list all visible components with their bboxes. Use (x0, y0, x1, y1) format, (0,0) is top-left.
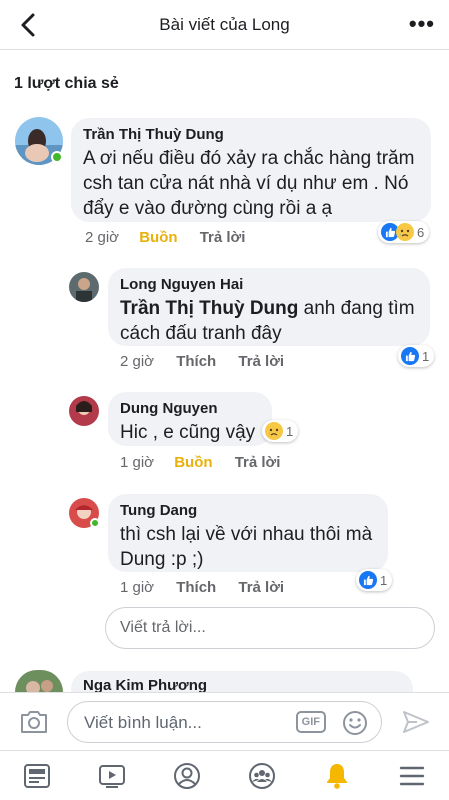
emoji-icon[interactable] (341, 709, 369, 737)
reaction-count: 1 (422, 348, 430, 364)
camera-icon[interactable] (18, 707, 50, 737)
reply-button[interactable]: Trả lời (238, 353, 284, 370)
avatar[interactable] (69, 272, 99, 302)
avatar[interactable] (15, 670, 63, 692)
like-button[interactable]: Thích (176, 579, 216, 596)
more-options-icon[interactable]: ••• (409, 11, 435, 37)
page-title: Bài viết của Long (159, 15, 290, 34)
comment-input[interactable]: Viết bình luận... GIF (67, 701, 382, 743)
top-bar: Bài viết của Long ••• (0, 0, 449, 50)
reply-input[interactable]: Viết trả lời... (105, 607, 435, 649)
reaction-summary[interactable]: 6 (378, 221, 430, 243)
online-status-indicator (90, 518, 100, 528)
comment-bubble[interactable]: Nga Kim Phương (71, 671, 413, 692)
comment-actions: 2 giờ Thích Trả lời (120, 353, 284, 370)
reaction-summary[interactable]: 1 (398, 345, 435, 367)
comment-bubble[interactable]: Dung Nguyen Hic , e cũng vậy (108, 392, 272, 446)
comment-bubble[interactable]: Long Nguyen Hai Trần Thị Thuỳ Dung anh đ… (108, 268, 430, 346)
comment-time: 1 giờ (120, 579, 155, 596)
reply-button[interactable]: Trả lời (235, 454, 281, 471)
commenter-name[interactable]: Tung Dang (120, 502, 376, 519)
reply-button[interactable]: Trả lời (238, 579, 284, 596)
reaction-count: 6 (417, 224, 425, 240)
reaction-count: 1 (286, 423, 294, 439)
menu-icon[interactable] (397, 761, 427, 791)
bottom-navigation (0, 750, 449, 800)
react-button[interactable]: Buồn (139, 229, 177, 246)
comment-text: thì csh lại về với nhau thôi mà Dung :p … (120, 524, 373, 570)
gif-button[interactable]: GIF (295, 711, 326, 733)
like-button[interactable]: Thích (176, 353, 216, 370)
comment-text: Hic , e cũng vậy (120, 422, 256, 443)
comment-text: A ơi nếu điều đó xảy ra chắc hàng trăm c… (83, 148, 415, 219)
shares-count-link[interactable]: 1 lượt chia sẻ (14, 75, 119, 93)
like-reaction-icon (401, 347, 419, 365)
comment-time: 1 giờ (120, 454, 155, 471)
comment-time: 2 giờ (120, 353, 155, 370)
comment-composer-bar: Viết bình luận... GIF (0, 692, 449, 750)
comment-actions: 1 giờ Thích Trả lời (120, 579, 284, 596)
comment-actions: 1 giờ Buồn Trả lời (120, 454, 280, 471)
comment-bubble[interactable]: Tung Dang thì csh lại về với nhau thôi m… (108, 494, 388, 572)
online-status-indicator (51, 151, 63, 163)
send-icon[interactable] (401, 707, 431, 737)
reaction-summary[interactable]: 1 (262, 420, 299, 442)
comment-time: 2 giờ (85, 229, 120, 246)
sad-reaction-icon (396, 223, 414, 241)
commenter-name[interactable]: Trần Thị Thuỳ Dung (83, 126, 419, 143)
groups-icon[interactable] (247, 761, 277, 791)
mention-link[interactable]: Trần Thị Thuỳ Dung (120, 298, 298, 319)
avatar[interactable] (69, 396, 99, 426)
commenter-name[interactable]: Nga Kim Phương (83, 677, 401, 692)
notifications-bell-icon[interactable] (322, 761, 352, 791)
comment-bubble[interactable]: Trần Thị Thuỳ Dung A ơi nếu điều đó xảy … (71, 118, 431, 222)
watch-icon[interactable] (97, 761, 127, 791)
reaction-count: 1 (380, 572, 388, 588)
like-reaction-icon (359, 571, 377, 589)
sad-reaction-icon (265, 422, 283, 440)
react-button[interactable]: Buồn (174, 454, 212, 471)
commenter-name[interactable]: Long Nguyen Hai (120, 276, 418, 293)
comment-input-placeholder: Viết bình luận... (84, 713, 202, 732)
reaction-summary[interactable]: 1 (356, 569, 393, 591)
commenter-name[interactable]: Dung Nguyen (120, 400, 260, 417)
news-feed-icon[interactable] (22, 761, 52, 791)
comment-actions: 2 giờ Buồn Trả lời (85, 229, 245, 246)
reply-button[interactable]: Trả lời (200, 229, 246, 246)
profile-icon[interactable] (172, 761, 202, 791)
